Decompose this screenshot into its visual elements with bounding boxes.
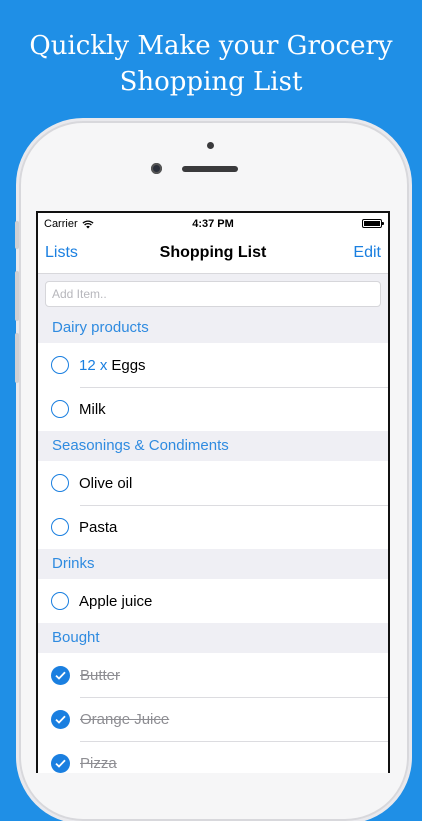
earpiece-speaker xyxy=(182,166,238,172)
unchecked-circle-icon[interactable] xyxy=(51,592,69,610)
marketing-headline: Quickly Make your Grocery Shopping List xyxy=(0,28,422,100)
unchecked-circle-icon[interactable] xyxy=(51,400,69,418)
list-item-olive-oil[interactable]: Olive oil xyxy=(38,461,388,505)
volume-up-button xyxy=(15,271,19,321)
headline-line-1: Quickly Make your Grocery xyxy=(29,31,393,61)
checkmark-icon[interactable] xyxy=(51,709,70,729)
checkmark-icon[interactable] xyxy=(51,753,70,773)
list-item-orange-juice[interactable]: Orange Juice xyxy=(38,697,388,741)
battery-icon xyxy=(362,219,384,228)
add-item-bar xyxy=(38,274,388,313)
item-name: Pasta xyxy=(79,518,118,536)
item-quantity: 12 x xyxy=(79,356,108,374)
add-item-input[interactable] xyxy=(45,281,381,307)
item-name: Milk xyxy=(79,400,106,418)
app-screen: Carrier 4:37 PM Lists Shopping List Edit… xyxy=(36,211,390,773)
page-title: Shopping List xyxy=(159,244,267,261)
status-time: 4:37 PM xyxy=(192,218,234,230)
edit-button[interactable]: Edit xyxy=(353,244,381,262)
section-header-drinks: Drinks xyxy=(38,549,388,579)
list-item-butter[interactable]: Butter xyxy=(38,653,388,697)
item-name: Olive oil xyxy=(79,474,133,492)
front-camera xyxy=(151,163,162,174)
item-name: Pizza xyxy=(80,754,117,772)
proximity-sensor xyxy=(207,142,214,149)
list-item-pasta[interactable]: Pasta xyxy=(38,505,388,549)
item-name: Butter xyxy=(80,666,121,684)
section-header-dairy: Dairy products xyxy=(38,313,388,343)
list-item-milk[interactable]: Milk xyxy=(38,387,388,431)
headline-line-2: Shopping List xyxy=(119,67,303,97)
status-bar: Carrier 4:37 PM xyxy=(38,213,388,235)
list-item-apple-juice[interactable]: Apple juice xyxy=(38,579,388,623)
volume-down-button xyxy=(15,333,19,383)
mute-switch xyxy=(15,221,19,249)
section-header-seasonings: Seasonings & Condiments xyxy=(38,431,388,461)
unchecked-circle-icon[interactable] xyxy=(51,474,69,492)
navigation-bar: Lists Shopping List Edit xyxy=(38,235,388,274)
list-item-pizza[interactable]: Pizza xyxy=(38,741,388,773)
list-item-eggs[interactable]: 12 x Eggs xyxy=(38,343,388,387)
item-name: Eggs xyxy=(111,356,146,374)
item-name: Orange Juice xyxy=(80,710,170,728)
checkmark-icon[interactable] xyxy=(51,665,70,685)
section-header-bought: Bought xyxy=(38,623,388,653)
unchecked-circle-icon[interactable] xyxy=(51,356,69,374)
item-name: Apple juice xyxy=(79,592,153,610)
unchecked-circle-icon[interactable] xyxy=(51,518,69,536)
